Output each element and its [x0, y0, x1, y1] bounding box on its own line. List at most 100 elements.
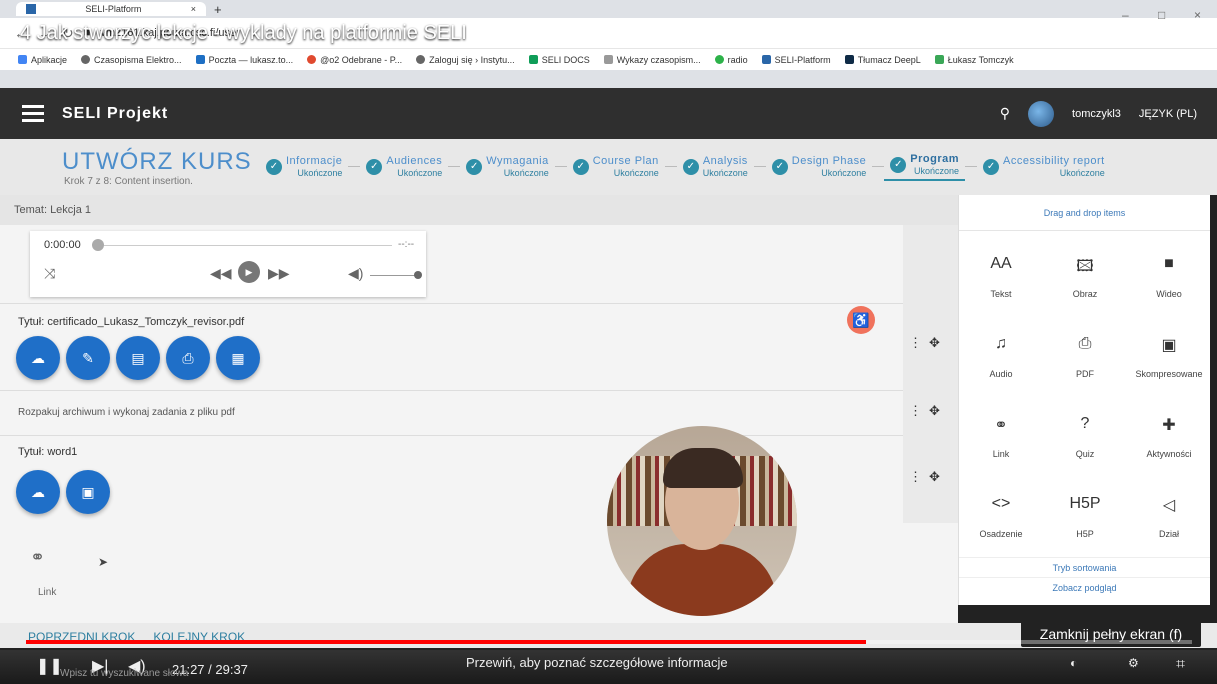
- browser-tab[interactable]: SELI-Platform ×: [16, 2, 206, 16]
- item-quiz[interactable]: ? Quiz: [1043, 397, 1127, 477]
- item-text[interactable]: AA Tekst: [959, 237, 1043, 317]
- step-label: Program: [910, 153, 960, 165]
- item-label: Link: [992, 449, 1010, 459]
- archive-button[interactable]: ▣: [66, 470, 110, 514]
- step-indicator: Krok 7 z 8: Content insertion.: [64, 175, 193, 187]
- shuffle-icon[interactable]: ⤨: [44, 265, 55, 282]
- new-tab-icon[interactable]: +: [214, 2, 222, 17]
- link-icon[interactable]: ⚭: [30, 547, 45, 568]
- item-label: Skompresowane: [1135, 369, 1203, 379]
- bookmark-item[interactable]: Poczta — lukasz.to...: [195, 55, 293, 65]
- move-icon[interactable]: ✥: [929, 469, 940, 485]
- video-title: 4 Jak stworzyc lekcje - wyklady na platf…: [20, 22, 467, 44]
- more-vert-icon[interactable]: ⋮: [909, 403, 922, 419]
- step-accessibility-report[interactable]: ✓ Accessibility report Ukończone: [977, 155, 1111, 179]
- settings-icon[interactable]: ⚙: [1128, 656, 1139, 670]
- step-audiences[interactable]: ✓ Audiences Ukończone: [360, 155, 448, 179]
- accessibility-button[interactable]: ♿: [847, 306, 875, 334]
- bookmark-item[interactable]: radio: [714, 55, 748, 65]
- close-window-icon[interactable]: ×: [1194, 8, 1201, 22]
- bookmark-item[interactable]: Zaloguj się › Instytu...: [416, 55, 515, 65]
- check-icon: ✓: [771, 158, 788, 175]
- step-label: Informacje: [286, 155, 343, 167]
- bookmark-item[interactable]: Aplikacje: [18, 55, 67, 65]
- item-label: PDF: [1076, 369, 1094, 379]
- step-divider: [664, 166, 677, 168]
- more-vert-icon[interactable]: ⋮: [909, 335, 922, 351]
- step-status: Ukończone: [914, 166, 960, 177]
- step-analysis[interactable]: ✓ Analysis Ukończone: [677, 155, 754, 179]
- language-button[interactable]: JĘZYK (PL): [1139, 108, 1197, 120]
- bookmark-item[interactable]: SELI-Platform: [761, 55, 831, 65]
- step-status: Ukończone: [1059, 168, 1105, 179]
- item-section[interactable]: ◁ Dział: [1127, 477, 1211, 557]
- close-tab-icon[interactable]: ×: [191, 4, 196, 14]
- step-status: Ukończone: [297, 168, 343, 179]
- bookmark-item[interactable]: @o2 Odebrane - P...: [307, 55, 402, 65]
- preview-link[interactable]: Zobacz podgląd: [959, 577, 1210, 597]
- sort-mode-link[interactable]: Tryb sortowania: [959, 557, 1210, 577]
- volume-handle[interactable]: [414, 271, 422, 279]
- rewind-icon[interactable]: ◀◀: [210, 265, 232, 282]
- username[interactable]: tomczykl3: [1072, 108, 1121, 120]
- item-video[interactable]: ■ Wideo: [1127, 237, 1211, 317]
- edit-button[interactable]: ✎: [66, 336, 110, 380]
- pause-icon[interactable]: ❚❚: [36, 656, 63, 676]
- maximize-icon[interactable]: □: [1158, 8, 1165, 22]
- bookmark-item[interactable]: Tłumacz DeepL: [844, 55, 921, 65]
- tab-bar: SELI-Platform × +: [0, 0, 1217, 18]
- download-button[interactable]: ☁: [16, 336, 60, 380]
- volume-icon[interactable]: ◀): [348, 265, 363, 282]
- item-activities[interactable]: ✚ Aktywności: [1127, 397, 1211, 477]
- item-label: Dział: [1158, 529, 1179, 539]
- item-h5p[interactable]: H5P H5P: [1043, 477, 1127, 557]
- drag-handles-column: ⋮ ✥ ⋮ ✥ ⋮ ✥: [903, 225, 958, 523]
- video-progress-bar[interactable]: [26, 640, 1192, 644]
- minimize-icon[interactable]: –: [1122, 8, 1129, 22]
- item-link[interactable]: ⚭ Link: [959, 397, 1043, 477]
- exit-fullscreen-icon[interactable]: ⌗: [1176, 656, 1185, 674]
- pdf-button[interactable]: ▦: [216, 336, 260, 380]
- avatar[interactable]: [1028, 100, 1055, 127]
- autoplay-toggle[interactable]: ◐: [1070, 656, 1077, 670]
- step-informacje[interactable]: ✓ Informacje Ukończone: [260, 155, 348, 179]
- taskbar-search[interactable]: Wpisz tu wyszukiwane słowa: [60, 668, 188, 679]
- word-title: Tytuł: word1: [18, 446, 78, 458]
- menu-icon[interactable]: [22, 105, 44, 122]
- audio-player: 0:00:00 --:-- ⤨ ◀◀ ▶ ▶▶ ◀): [30, 231, 426, 297]
- volume-slider[interactable]: [370, 275, 416, 276]
- item-pdf[interactable]: ⎙ PDF: [1043, 317, 1127, 397]
- fast-forward-icon[interactable]: ▶▶: [268, 265, 290, 282]
- item-audio[interactable]: ♫ Audio: [959, 317, 1043, 397]
- more-vert-icon[interactable]: ⋮: [909, 469, 922, 485]
- view-button[interactable]: ▤: [116, 336, 160, 380]
- item-compressed[interactable]: ▣ Skompresowane: [1127, 317, 1211, 397]
- text-icon: AA: [990, 255, 1012, 272]
- move-icon[interactable]: ✥: [929, 335, 940, 351]
- globe-icon: [81, 55, 91, 64]
- bookmark-item[interactable]: SELI DOCS: [528, 55, 590, 65]
- print-button[interactable]: ⎙: [166, 336, 210, 380]
- audio-seek-bar[interactable]: [104, 245, 392, 246]
- document-icon: [603, 55, 613, 64]
- step-course-plan[interactable]: ✓ Course Plan Ukończone: [567, 155, 665, 179]
- step-label: Design Phase: [791, 155, 867, 167]
- bookmark-item[interactable]: Wykazy czasopism...: [603, 55, 701, 65]
- step-design-phase[interactable]: ✓ Design Phase Ukończone: [766, 155, 873, 179]
- download-button[interactable]: ☁: [16, 470, 60, 514]
- step-wymagania[interactable]: ✓ Wymagania Ukończone: [460, 155, 554, 179]
- step-program[interactable]: ✓ Program Ukończone: [884, 153, 966, 181]
- item-label: Audio: [989, 369, 1013, 379]
- audio-seek-handle[interactable]: [92, 239, 104, 251]
- item-image[interactable]: 🖾 Obraz: [1043, 237, 1127, 317]
- play-icon[interactable]: ▶: [238, 261, 260, 283]
- move-icon[interactable]: ✥: [929, 403, 940, 419]
- bookmark-item[interactable]: Łukasz Tomczyk: [934, 55, 1014, 65]
- bookmark-item[interactable]: Czasopisma Elektro...: [81, 55, 182, 65]
- search-icon[interactable]: ⚲: [1000, 105, 1010, 122]
- check-icon: ✓: [983, 158, 1000, 175]
- seek-hint: Przewiń, aby poznać szczegółowe informac…: [466, 655, 728, 670]
- radio-icon: [714, 55, 724, 64]
- item-embed[interactable]: <> Osadzenie: [959, 477, 1043, 557]
- box-icon: ▣: [1161, 337, 1177, 354]
